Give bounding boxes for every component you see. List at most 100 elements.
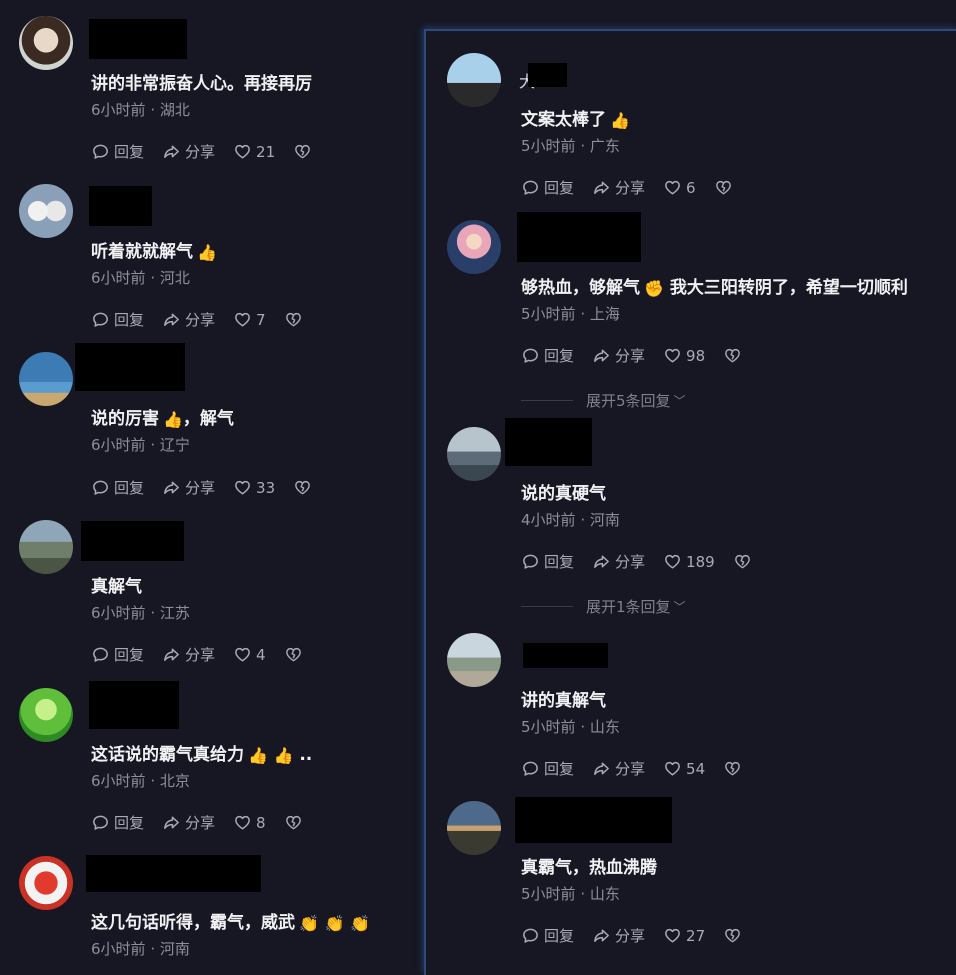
comment-actions: 回复 分享 98 xyxy=(521,345,760,366)
share-icon xyxy=(592,926,611,945)
share-icon xyxy=(162,478,181,497)
like-button[interactable]: 7 xyxy=(233,310,266,329)
chevron-down-icon: ﹀ xyxy=(673,600,686,614)
avatar[interactable] xyxy=(19,184,73,238)
comment-icon xyxy=(521,552,540,571)
share-button[interactable]: 分享 xyxy=(592,177,645,198)
dislike-button[interactable] xyxy=(293,142,312,161)
avatar[interactable] xyxy=(447,220,501,274)
share-icon xyxy=(592,346,611,365)
reply-button[interactable]: 回复 xyxy=(521,177,574,198)
like-button[interactable]: 6 xyxy=(663,178,696,197)
redacted-username xyxy=(505,418,592,466)
heart-icon xyxy=(663,346,682,365)
like-button[interactable]: 21 xyxy=(233,142,275,161)
dislike-button[interactable] xyxy=(723,346,742,365)
dislike-button[interactable] xyxy=(733,552,752,571)
dislike-button[interactable] xyxy=(284,645,303,664)
share-button[interactable]: 分享 xyxy=(592,551,645,572)
dislike-button[interactable] xyxy=(284,813,303,832)
comment-actions: 回复 分享 21 xyxy=(91,141,330,162)
share-button[interactable]: 分享 xyxy=(162,477,215,498)
like-button[interactable]: 98 xyxy=(663,346,705,365)
share-button[interactable]: 分享 xyxy=(592,925,645,946)
comment-actions: 回复 分享 33 xyxy=(91,477,330,498)
avatar[interactable] xyxy=(19,688,73,742)
thumbs-up-icon: 👍 xyxy=(197,242,217,262)
share-button[interactable]: 分享 xyxy=(592,345,645,366)
dislike-button[interactable] xyxy=(284,310,303,329)
share-button[interactable]: 分享 xyxy=(162,644,215,665)
share-button[interactable]: 分享 xyxy=(162,309,215,330)
avatar[interactable] xyxy=(19,352,73,406)
avatar[interactable] xyxy=(19,16,73,70)
dislike-heart-icon xyxy=(293,478,312,497)
expand-replies-button[interactable]: 展开5条回复 ﹀ xyxy=(521,390,686,411)
comment-text: 够热血，够解气 ✊ 我大三阳转阴了，希望一切顺利 xyxy=(521,278,908,298)
dislike-heart-icon xyxy=(723,926,742,945)
redacted-username xyxy=(528,63,567,87)
avatar[interactable] xyxy=(19,856,73,910)
like-button[interactable]: 4 xyxy=(233,645,266,664)
share-icon xyxy=(592,552,611,571)
like-button[interactable]: 33 xyxy=(233,478,275,497)
share-icon xyxy=(162,645,181,664)
avatar[interactable] xyxy=(447,801,501,855)
comment-meta: 4小时前 · 河南 xyxy=(521,511,620,529)
share-icon xyxy=(162,813,181,832)
comment-text: 这话说的霸气真给力 👍 👍 .. xyxy=(91,745,313,765)
dislike-heart-icon xyxy=(293,142,312,161)
comment-text: 说的厉害 👍，解气 xyxy=(91,409,234,429)
dislike-button[interactable] xyxy=(723,926,742,945)
comment-actions: 回复 分享 27 xyxy=(521,925,760,946)
share-button[interactable]: 分享 xyxy=(162,141,215,162)
avatar[interactable] xyxy=(447,633,501,687)
like-button[interactable]: 189 xyxy=(663,552,715,571)
divider xyxy=(521,400,573,401)
reply-button[interactable]: 回复 xyxy=(521,758,574,779)
comment-icon xyxy=(91,813,110,832)
comment-icon xyxy=(521,759,540,778)
comment-text: 这几句话听得，霸气，威武 👏 👏 👏 xyxy=(91,913,370,933)
comment-icon xyxy=(91,142,110,161)
heart-icon xyxy=(233,645,252,664)
like-button[interactable]: 8 xyxy=(233,813,266,832)
expand-replies-button[interactable]: 展开1条回复 ﹀ xyxy=(521,596,686,617)
avatar[interactable] xyxy=(447,53,501,107)
reply-button[interactable]: 回复 xyxy=(91,477,144,498)
like-button[interactable]: 27 xyxy=(663,926,705,945)
comment-actions: 回复 分享 8 xyxy=(91,812,321,833)
comment-text: 真解气 xyxy=(91,577,142,597)
reply-button[interactable]: 回复 xyxy=(521,925,574,946)
avatar[interactable] xyxy=(19,520,73,574)
reply-button[interactable]: 回复 xyxy=(91,309,144,330)
dislike-button[interactable] xyxy=(723,759,742,778)
share-icon xyxy=(162,310,181,329)
reply-button[interactable]: 回复 xyxy=(91,812,144,833)
redacted-username xyxy=(89,681,179,729)
reply-button[interactable]: 回复 xyxy=(91,644,144,665)
redacted-username xyxy=(89,19,187,59)
comment-meta: 6小时前 · 北京 xyxy=(91,772,190,790)
comment-meta: 6小时前 · 辽宁 xyxy=(91,436,190,454)
redacted-username xyxy=(89,186,152,226)
comment-meta: 6小时前 · 江苏 xyxy=(91,604,190,622)
dislike-heart-icon xyxy=(714,178,733,197)
comment-icon xyxy=(521,178,540,197)
comment-text: 真霸气，热血沸腾 xyxy=(521,858,657,878)
reply-button[interactable]: 回复 xyxy=(91,141,144,162)
fist-icon: ✊ xyxy=(644,278,664,298)
share-button[interactable]: 分享 xyxy=(592,758,645,779)
like-button[interactable]: 54 xyxy=(663,759,705,778)
comment-actions: 回复 分享 54 xyxy=(521,758,760,779)
share-icon xyxy=(162,142,181,161)
comment-icon xyxy=(91,478,110,497)
heart-icon xyxy=(663,926,682,945)
dislike-button[interactable] xyxy=(714,178,733,197)
dislike-button[interactable] xyxy=(293,478,312,497)
share-button[interactable]: 分享 xyxy=(162,812,215,833)
avatar[interactable] xyxy=(447,427,501,481)
reply-button[interactable]: 回复 xyxy=(521,551,574,572)
comment-actions: 回复 分享 7 xyxy=(91,309,321,330)
reply-button[interactable]: 回复 xyxy=(521,345,574,366)
